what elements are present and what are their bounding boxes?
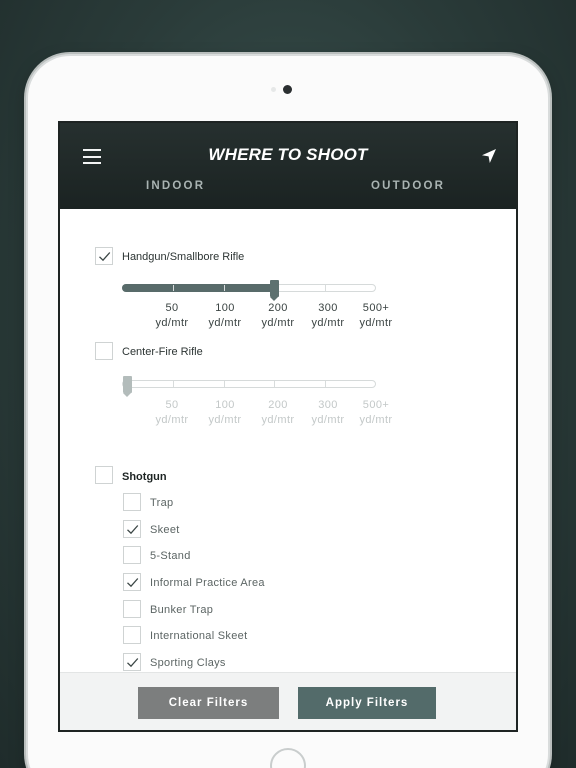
bunker-trap-checkbox[interactable] <box>123 600 141 618</box>
distance-label-100: 100 yd/mtr <box>208 399 242 426</box>
tab-indoor[interactable]: INDOOR <box>146 180 205 192</box>
slider-tick <box>224 381 225 387</box>
page-title: WHERE TO SHOOT <box>208 145 368 164</box>
sporting-clays-label: Sporting Clays <box>150 657 226 669</box>
shotgun-label: Shotgun <box>122 471 167 483</box>
app-header: WHERE TO SHOOT INDOOR OUTDOOR <box>60 123 516 209</box>
apply-filters-button[interactable]: Apply Filters <box>298 687 436 719</box>
slider-tick <box>224 285 225 291</box>
shotgun-checkbox[interactable] <box>95 466 113 484</box>
five-stand-checkbox[interactable] <box>123 546 141 564</box>
location-arrow-icon[interactable] <box>480 147 498 165</box>
tab-outdoor[interactable]: OUTDOOR <box>371 180 445 192</box>
checkmark-icon <box>127 578 139 588</box>
five-stand-label: 5-Stand <box>150 550 191 562</box>
handgun-checkbox[interactable] <box>95 247 113 265</box>
front-camera <box>283 85 292 94</box>
distance-label-300: 300 yd/mtr <box>311 399 345 426</box>
handgun-distance-slider[interactable] <box>122 280 376 301</box>
slider-fill <box>122 284 274 292</box>
slider-tick <box>173 285 174 291</box>
slider-tick <box>325 381 326 387</box>
checkmark-icon <box>99 252 111 262</box>
center-fire-checkbox[interactable] <box>95 342 113 360</box>
distance-label-100: 100 yd/mtr <box>208 302 242 329</box>
slider-thumb[interactable] <box>270 280 279 301</box>
informal-practice-area-label: Informal Practice Area <box>150 577 265 589</box>
distance-label-500-plus: 500+ yd/mtr <box>359 399 393 426</box>
trap-label: Trap <box>150 497 174 509</box>
front-sensor <box>271 87 276 92</box>
slider-tick <box>173 381 174 387</box>
skeet-checkbox[interactable] <box>123 520 141 538</box>
distance-label-300: 300 yd/mtr <box>311 302 345 329</box>
center-fire-distance-slider[interactable] <box>122 376 376 397</box>
slider-thumb[interactable] <box>123 376 132 397</box>
app-screen: WHERE TO SHOOT INDOOR OUTDOOR Handgun/Sm… <box>58 121 518 732</box>
sporting-clays-checkbox[interactable] <box>123 653 141 671</box>
distance-label-50: 50 yd/mtr <box>155 302 189 329</box>
slider-tick <box>274 381 275 387</box>
filter-action-bar: Clear Filters Apply Filters <box>60 672 516 730</box>
bunker-trap-label: Bunker Trap <box>150 604 214 616</box>
distance-label-500-plus: 500+ yd/mtr <box>359 302 393 329</box>
clear-filters-button[interactable]: Clear Filters <box>138 687 279 719</box>
center-fire-label: Center-Fire Rifle <box>122 346 203 358</box>
slider-tick <box>325 285 326 291</box>
checkmark-icon <box>127 525 139 535</box>
distance-label-200: 200 yd/mtr <box>261 302 295 329</box>
distance-label-50: 50 yd/mtr <box>155 399 189 426</box>
handgun-label: Handgun/Smallbore Rifle <box>122 251 245 263</box>
skeet-label: Skeet <box>150 524 180 536</box>
filter-list: Handgun/Smallbore Rifle 50 yd/mtr 100 yd/m… <box>60 209 516 672</box>
checkmark-icon <box>127 658 139 668</box>
trap-checkbox[interactable] <box>123 493 141 511</box>
distance-label-200: 200 yd/mtr <box>261 399 295 426</box>
home-button[interactable] <box>270 748 306 768</box>
slider-track <box>122 380 376 388</box>
international-skeet-checkbox[interactable] <box>123 626 141 644</box>
international-skeet-label: International Skeet <box>150 630 248 642</box>
informal-practice-area-checkbox[interactable] <box>123 573 141 591</box>
